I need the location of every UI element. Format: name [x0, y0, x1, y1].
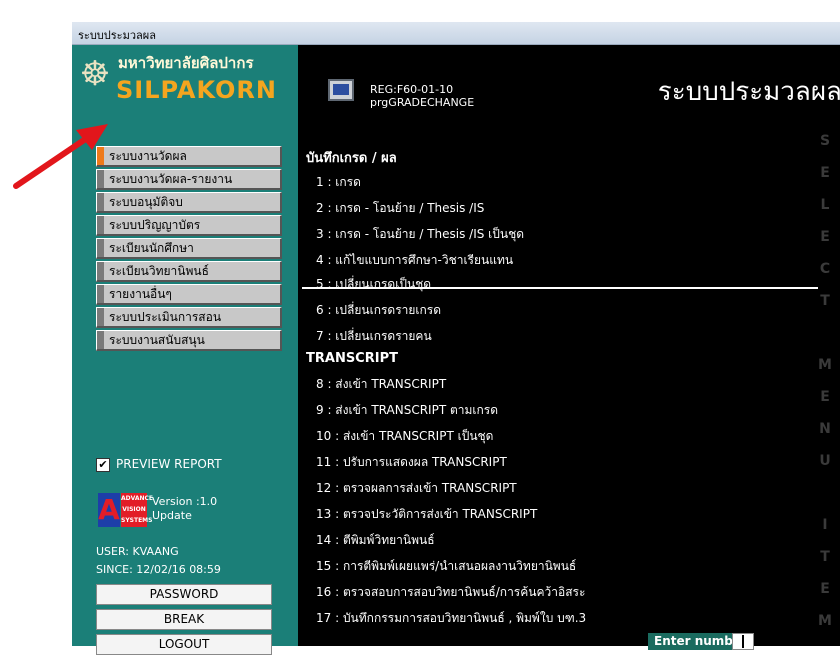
version-info: Version :1.0 Update [152, 495, 217, 523]
update-label: Update [152, 509, 192, 522]
watermark-letter: E [820, 389, 830, 405]
sidebar-item-support[interactable]: ระบบงานสนับสนุน [96, 330, 282, 351]
sidebar-item-student-record[interactable]: ระเบียนนักศึกษา [96, 238, 282, 259]
menu-option-1[interactable]: 1 : เกรด [316, 173, 361, 192]
vendor-logo-word: ADVANCE [121, 495, 154, 502]
vendor-logo-word: SYSTEMS [121, 517, 153, 524]
preview-report-option[interactable]: ✔ PREVIEW REPORT [96, 457, 222, 472]
menu-option-10[interactable]: 10 : ส่งเข้า TRANSCRIPT เป็นชุด [316, 427, 493, 446]
user-info: USER: KVAANG SINCE: 12/02/16 08:59 [96, 543, 221, 579]
sidebar-item-teaching-evaluation[interactable]: ระบบประเมินการสอน [96, 307, 282, 328]
title-bar: ระบบประมวลผล [72, 22, 840, 45]
menu-option-13[interactable]: 13 : ตรวจประวัติการส่งเข้า TRANSCRIPT [316, 505, 537, 524]
brand-name: SILPAKORN [116, 76, 277, 104]
watermark-letter: I [822, 517, 828, 533]
menu-option-2[interactable]: 2 : เกรด - โอนย้าย / Thesis /IS [316, 199, 484, 218]
watermark-letter [818, 485, 832, 517]
red-arrow-annotation-icon [13, 124, 108, 189]
vendor-logo-word: VISION [122, 506, 146, 513]
university-logo-area: ☸ มหาวิทยาลัยศิลปากร SILPAKORN [72, 45, 298, 111]
watermark-letter: M [818, 357, 832, 373]
menu-option-17[interactable]: 17 : บันทึกกรรมการสอบวิทยานิพนธ์ , พิมพ์… [316, 609, 586, 628]
watermark-letter: C [819, 261, 831, 277]
menu-option-6[interactable]: 6 : เปลี่ยนเกรดรายเกรด [316, 301, 441, 320]
watermark-letter: U [819, 453, 831, 469]
program-name: prgGRADECHANGE [370, 96, 475, 109]
sidebar-item-other-reports[interactable]: รายงานอื่นๆ [96, 284, 282, 305]
menu-option-4[interactable]: 4 : แก้ไขแบบการศึกษา-วิชาเรียนแทน [316, 251, 513, 270]
menu-option-11[interactable]: 11 : ปรับการแสดงผล TRANSCRIPT [316, 453, 507, 472]
sidebar-item-grading[interactable]: ระบบงานวัดผล [96, 146, 282, 167]
menu-option-8[interactable]: 8 : ส่งเข้า TRANSCRIPT [316, 375, 446, 394]
university-name: มหาวิทยาลัยศิลปากร [118, 54, 254, 72]
selected-option-underline [302, 287, 818, 289]
menu-option-5[interactable]: 5 : เปลี่ยนเกรดเป็นชุด [316, 275, 431, 294]
enter-number-input[interactable] [732, 633, 754, 650]
menu-option-12[interactable]: 12 : ตรวจผลการส่งเข้า TRANSCRIPT [316, 479, 517, 498]
password-button[interactable]: PASSWORD [96, 584, 272, 605]
watermark-letter: T [820, 549, 830, 565]
sidebar-item-degree[interactable]: ระบบปริญญาบัตร [96, 215, 282, 236]
watermark-letter: E [820, 581, 830, 597]
sidebar-item-grading-report[interactable]: ระบบงานวัดผล-รายงาน [96, 169, 282, 190]
version-label: Version :1.0 [152, 495, 218, 508]
menu-option-16[interactable]: 16 : ตรวจสอบการสอบวิทยานิพนธ์/การค้นคว้า… [316, 583, 585, 602]
watermark-letter: L [820, 197, 830, 213]
menu-option-3[interactable]: 3 : เกรด - โอนย้าย / Thesis /IS เป็นชุด [316, 225, 524, 244]
computer-icon [328, 79, 354, 101]
watermark-letter: N [819, 421, 831, 437]
window-title: ระบบประมวลผล [78, 29, 156, 42]
menu-option-9[interactable]: 9 : ส่งเข้า TRANSCRIPT ตามเกรด [316, 401, 498, 420]
menu-option-7[interactable]: 7 : เปลี่ยนเกรดรายคน [316, 327, 432, 346]
preview-report-label: PREVIEW REPORT [116, 457, 222, 471]
app-window: ระบบประมวลผล ☸ มหาวิทยาลัยศิลปากร SILPAK… [72, 22, 840, 655]
section-heading-grades: บันทึกเกรด / ผล [306, 151, 397, 166]
watermark-letter: S [819, 133, 831, 149]
since-label: SINCE: 12/02/16 08:59 [96, 563, 221, 576]
watermark-letter: T [820, 293, 830, 309]
vendor-logo: A ADVANCE VISION SYSTEMS [98, 493, 154, 527]
menu-option-14[interactable]: 14 : ตีพิมพ์วิทยานิพนธ์ [316, 531, 435, 550]
university-seal-icon: ☸ [79, 54, 111, 94]
preview-report-checkbox[interactable]: ✔ [96, 457, 110, 472]
watermark-letter [818, 325, 832, 357]
logout-button[interactable]: LOGOUT [96, 634, 272, 655]
watermark-letter: E [820, 165, 830, 181]
main-panel: REG:F60-01-10 prgGRADECHANGE ระบบประมวลผ… [298, 45, 840, 650]
break-button[interactable]: BREAK [96, 609, 272, 630]
section-heading-transcript: TRANSCRIPT [306, 351, 398, 366]
watermark-letter: M [818, 613, 832, 629]
watermark-letter: E [820, 229, 830, 245]
sidebar-item-graduation-approval[interactable]: ระบบอนุมัติจบ [96, 192, 282, 213]
select-menu-item-watermark: S E L E C T M E N U I T E M [818, 133, 832, 645]
program-info: REG:F60-01-10 prgGRADECHANGE [370, 83, 474, 109]
user-label: USER: KVAANG [96, 545, 179, 558]
program-code: REG:F60-01-10 [370, 83, 454, 96]
menu-option-15[interactable]: 15 : การตีพิมพ์เผยแพร่/นำเสนอผลงานวิทยาน… [316, 557, 576, 576]
sidebar-menu: ระบบงานวัดผล ระบบงานวัดผล-รายงาน ระบบอนุ… [96, 146, 282, 353]
system-title: ระบบประมวลผล [657, 77, 840, 107]
vendor-logo-letter: A [98, 493, 120, 527]
sidebar-item-thesis-record[interactable]: ระเบียนวิทยานิพนธ์ [96, 261, 282, 282]
